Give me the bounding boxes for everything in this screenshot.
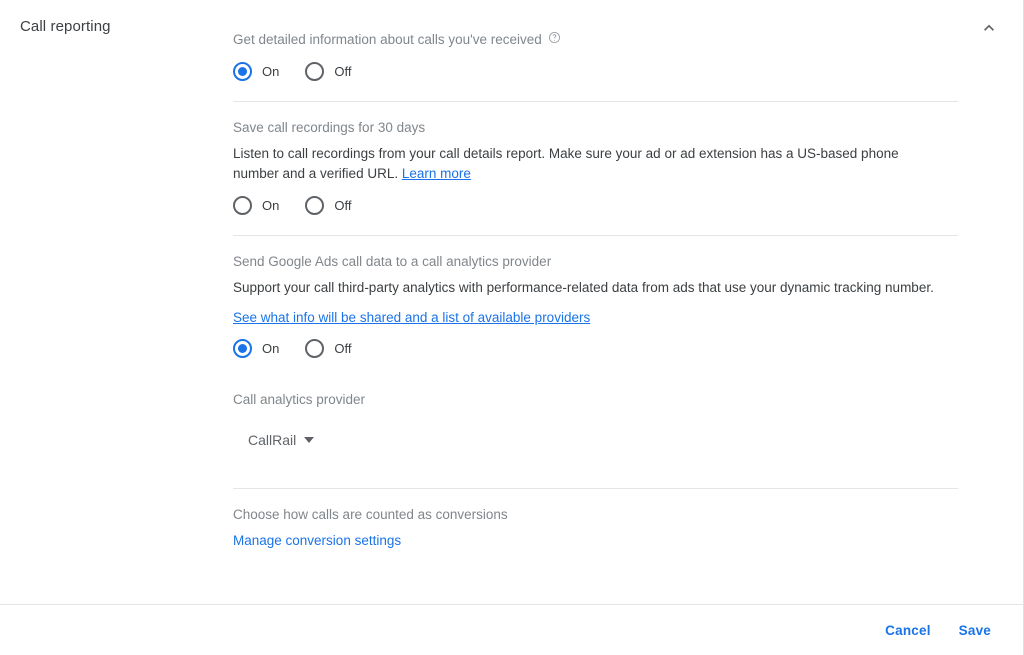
manage-conversion-settings-link[interactable]: Manage conversion settings (233, 533, 401, 548)
divider (233, 488, 958, 489)
radio-mark (233, 339, 252, 358)
call-analytics-provider-select[interactable]: CallRail (248, 430, 314, 450)
provider-select-label: Call analytics provider (233, 390, 959, 410)
chevron-up-icon (979, 18, 999, 38)
card-footer: Cancel Save (0, 605, 1023, 655)
chevron-down-icon (304, 437, 314, 443)
section-conversions: Choose how calls are counted as conversi… (233, 505, 959, 553)
call-recordings-description: Listen to call recordings from your call… (233, 144, 948, 184)
call-recordings-label: Save call recordings for 30 days (233, 118, 959, 138)
radio-mark (305, 62, 324, 81)
section-provider-select: Call analytics provider CallRail (233, 390, 959, 452)
call-reporting-card: Call reporting Get detailed information … (0, 0, 1024, 655)
conversions-label: Choose how calls are counted as conversi… (233, 505, 959, 525)
page-title: Call reporting (20, 16, 111, 38)
provider-select-value: CallRail (248, 430, 296, 450)
analytics-provider-radio-group: On Off (233, 339, 959, 358)
section-detailed-info: Get detailed information about calls you… (233, 30, 959, 83)
divider (233, 101, 958, 102)
divider (233, 235, 958, 236)
call-recordings-radio-on[interactable]: On (233, 196, 279, 215)
detailed-info-radio-on[interactable]: On (233, 62, 279, 81)
shared-info-providers-link[interactable]: See what info will be shared and a list … (233, 310, 590, 325)
radio-mark (233, 62, 252, 81)
analytics-provider-label: Send Google Ads call data to a call anal… (233, 252, 959, 272)
cancel-button[interactable]: Cancel (871, 615, 944, 646)
detailed-info-radio-off[interactable]: Off (305, 62, 351, 81)
help-circle-icon[interactable] (548, 31, 561, 44)
radio-mark (305, 196, 324, 215)
call-recordings-radio-group: On Off (233, 196, 959, 215)
radio-mark (305, 339, 324, 358)
call-recordings-radio-off[interactable]: Off (305, 196, 351, 215)
learn-more-link[interactable]: Learn more (402, 166, 471, 181)
radio-mark (233, 196, 252, 215)
analytics-provider-radio-on[interactable]: On (233, 339, 279, 358)
analytics-provider-description: Support your call third-party analytics … (233, 278, 948, 298)
collapse-section-button[interactable] (973, 12, 1005, 44)
detailed-info-label: Get detailed information about calls you… (233, 30, 959, 50)
save-button[interactable]: Save (945, 615, 1005, 646)
analytics-provider-radio-off[interactable]: Off (305, 339, 351, 358)
settings-content: Get detailed information about calls you… (233, 0, 959, 553)
section-analytics-provider: Send Google Ads call data to a call anal… (233, 252, 959, 360)
section-call-recordings: Save call recordings for 30 days Listen … (233, 118, 959, 217)
detailed-info-radio-group: On Off (233, 62, 959, 81)
